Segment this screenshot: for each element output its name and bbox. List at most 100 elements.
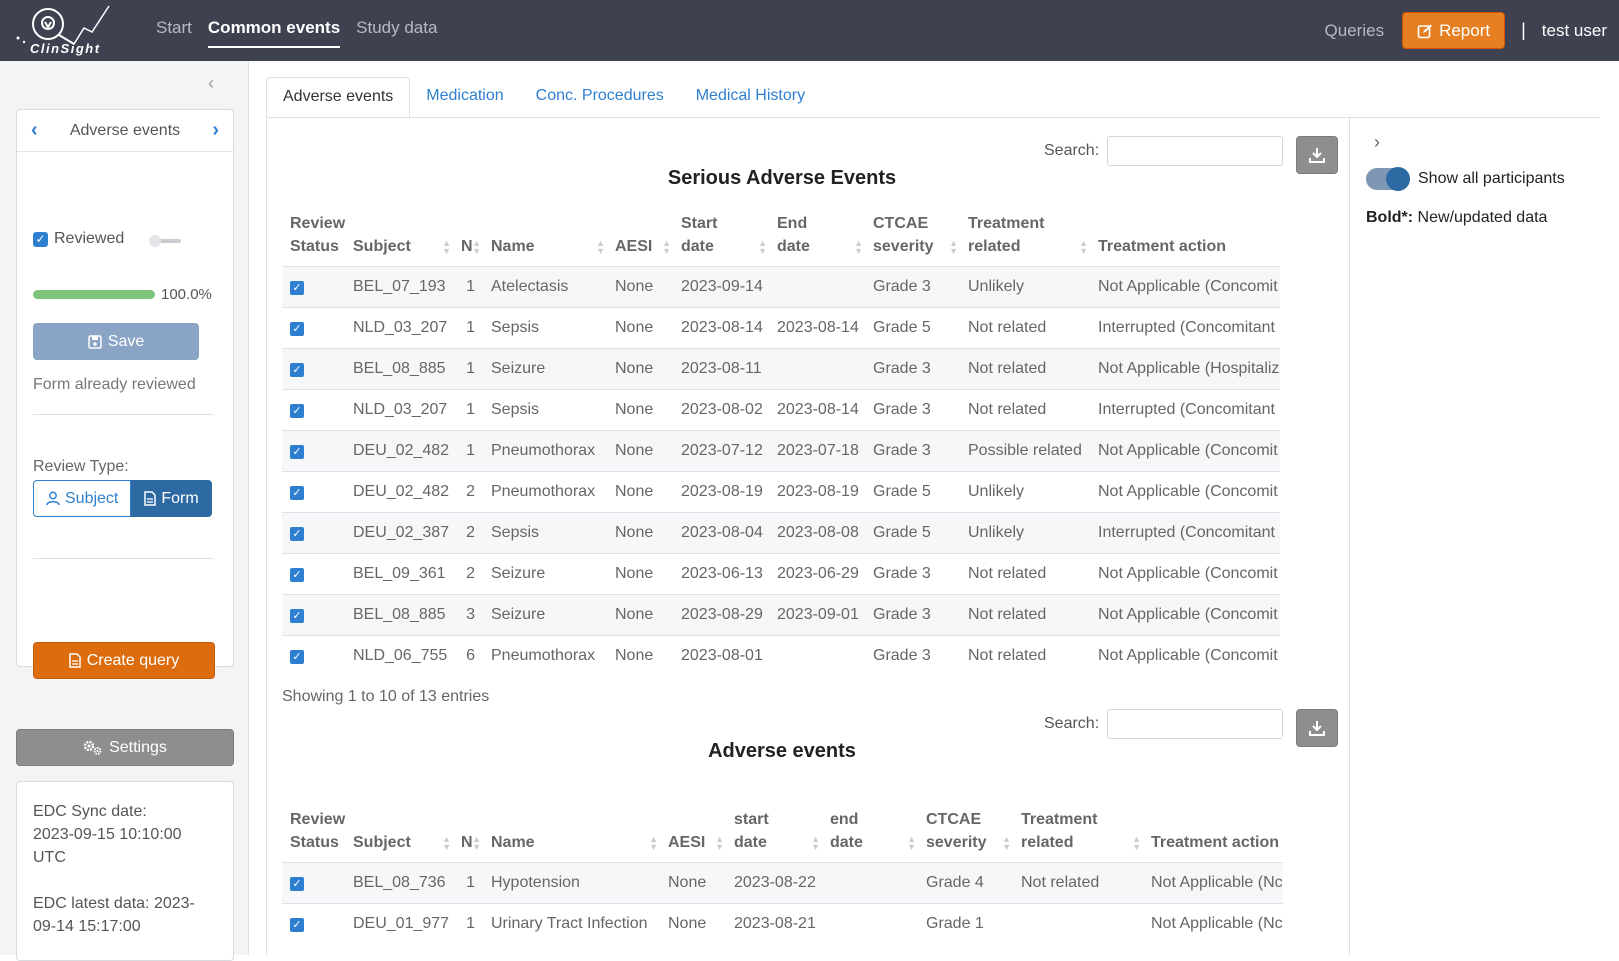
ae-download-button[interactable] bbox=[1296, 709, 1338, 747]
table-row[interactable]: ✓ NLD_06_755 6 Pneumothorax None 2023-08-01 Gr… bbox=[282, 635, 1280, 677]
tab-conc-procedures[interactable]: Conc. Procedures bbox=[520, 77, 680, 118]
create-query-button[interactable]: Create query bbox=[33, 642, 215, 679]
column-header[interactable]: AESI ▲ ▼ bbox=[607, 212, 673, 267]
next-form-icon[interactable]: › bbox=[212, 119, 219, 142]
review-checkbox[interactable]: ✓ bbox=[290, 362, 304, 377]
review-status-cell[interactable]: ✓ bbox=[282, 348, 345, 390]
sae-download-button[interactable] bbox=[1296, 136, 1338, 174]
review-toggle[interactable] bbox=[147, 234, 183, 248]
sort-icon[interactable]: ▲ ▼ bbox=[811, 835, 820, 852]
sort-icon[interactable]: ▲ ▼ bbox=[472, 239, 481, 256]
column-header[interactable]: Treatment action bbox=[1090, 212, 1280, 267]
column-header[interactable]: Treatment action bbox=[1143, 808, 1283, 863]
sort-icon[interactable]: ▲ ▼ bbox=[472, 835, 481, 852]
sort-icon[interactable]: ▲ ▼ bbox=[1002, 835, 1011, 852]
review-status-cell[interactable]: ✓ bbox=[282, 553, 345, 595]
review-checkbox[interactable]: ✓ bbox=[290, 280, 304, 295]
review-checkbox[interactable]: ✓ bbox=[290, 444, 304, 459]
save-button[interactable]: Save bbox=[33, 323, 199, 360]
reviewed-checkbox[interactable]: ✓ bbox=[33, 231, 48, 247]
column-header[interactable]: Name ▲ ▼ bbox=[483, 808, 660, 863]
sort-icon[interactable]: ▲ ▼ bbox=[596, 239, 605, 256]
table-row[interactable]: ✓ DEU_01_977 1 Urinary Tract Infection None 2… bbox=[282, 903, 1283, 945]
sort-icon[interactable]: ▲ ▼ bbox=[1132, 835, 1141, 852]
review-status-cell[interactable]: ✓ bbox=[282, 903, 345, 945]
show-all-participants-toggle[interactable]: Show all participants bbox=[1366, 167, 1565, 191]
sort-icon[interactable]: ▲ ▼ bbox=[1079, 239, 1088, 256]
column-header[interactable]: N ▲ ▼ bbox=[453, 808, 483, 863]
sort-icon[interactable]: ▲ ▼ bbox=[854, 239, 863, 256]
column-header[interactable]: AESI ▲ ▼ bbox=[660, 808, 726, 863]
column-header[interactable]: End date ▲ ▼ bbox=[769, 212, 865, 267]
sort-icon[interactable]: ▲ ▼ bbox=[907, 835, 916, 852]
column-header[interactable]: CTCAE severity ▲ ▼ bbox=[918, 808, 1013, 863]
sort-icon[interactable]: ▲ ▼ bbox=[442, 835, 451, 852]
table-row[interactable]: ✓ DEU_02_482 1 Pneumothorax None 2023-07-12 20… bbox=[282, 430, 1280, 472]
review-status-cell[interactable]: ✓ bbox=[282, 389, 345, 431]
table-row[interactable]: ✓ BEL_08_736 1 Hypotension None 2023-08-22 Gra… bbox=[282, 862, 1283, 904]
nav-study-data[interactable]: Study data bbox=[356, 18, 437, 48]
table-row[interactable]: ✓ NLD_03_207 1 Sepsis None 2023-08-02 2023-08-… bbox=[282, 389, 1280, 431]
review-status-cell[interactable]: ✓ bbox=[282, 266, 345, 308]
review-status-cell[interactable]: ✓ bbox=[282, 307, 345, 349]
user-name[interactable]: test user bbox=[1542, 21, 1607, 41]
table-row[interactable]: ✓ BEL_07_193 1 Atelectasis None 2023-09-14 Gra… bbox=[282, 266, 1280, 308]
review-type-form[interactable]: Form bbox=[131, 480, 212, 517]
collapse-right-panel-icon[interactable]: › bbox=[1374, 132, 1380, 153]
clinsight-logo[interactable]: ClinSight bbox=[14, 4, 114, 56]
review-checkbox[interactable]: ✓ bbox=[290, 526, 304, 541]
previous-form-icon[interactable]: ‹ bbox=[31, 119, 38, 142]
ae-search-input[interactable] bbox=[1107, 709, 1284, 739]
sae-search-input[interactable] bbox=[1107, 136, 1284, 166]
review-status-cell[interactable]: ✓ bbox=[282, 512, 345, 554]
tab-medication[interactable]: Medication bbox=[410, 77, 519, 118]
review-checkbox[interactable]: ✓ bbox=[290, 876, 304, 891]
sort-icon[interactable]: ▲ ▼ bbox=[662, 239, 671, 256]
review-checkbox[interactable]: ✓ bbox=[290, 917, 304, 932]
column-header[interactable]: Subject ▲ ▼ bbox=[345, 212, 453, 267]
review-status-cell[interactable]: ✓ bbox=[282, 635, 345, 677]
review-checkbox[interactable]: ✓ bbox=[290, 608, 304, 623]
tab-medical-history[interactable]: Medical History bbox=[680, 77, 821, 118]
column-header[interactable]: CTCAE severity ▲ ▼ bbox=[865, 212, 960, 267]
sort-icon[interactable]: ▲ ▼ bbox=[715, 835, 724, 852]
table-row[interactable]: ✓ BEL_08_885 3 Seizure None 2023-08-29 2023-09… bbox=[282, 594, 1280, 636]
column-header[interactable]: Review Status bbox=[282, 808, 345, 863]
table-row[interactable]: ✓ NLD_03_207 1 Sepsis None 2023-08-14 2023-08-… bbox=[282, 307, 1280, 349]
table-row[interactable]: ✓ DEU_02_482 2 Pneumothorax None 2023-08-19 20… bbox=[282, 471, 1280, 513]
sort-icon[interactable]: ▲ ▼ bbox=[442, 239, 451, 256]
column-header[interactable]: Treatment related ▲ ▼ bbox=[960, 212, 1090, 267]
column-header[interactable]: end date ▲ ▼ bbox=[822, 808, 918, 863]
review-checkbox[interactable]: ✓ bbox=[290, 485, 304, 500]
column-header[interactable]: Review Status bbox=[282, 212, 345, 267]
column-header[interactable]: start date ▲ ▼ bbox=[726, 808, 822, 863]
reviewed-checkbox-row[interactable]: ✓ Reviewed bbox=[33, 230, 124, 248]
column-header[interactable]: Start date ▲ ▼ bbox=[673, 212, 769, 267]
review-status-cell[interactable]: ✓ bbox=[282, 430, 345, 472]
nav-queries[interactable]: Queries bbox=[1325, 21, 1385, 41]
nav-start[interactable]: Start bbox=[156, 18, 192, 48]
column-header[interactable]: Subject ▲ ▼ bbox=[345, 808, 453, 863]
tab-adverse-events[interactable]: Adverse events bbox=[266, 77, 411, 118]
table-row[interactable]: ✓ BEL_08_885 1 Seizure None 2023-08-11 Grade 3… bbox=[282, 348, 1280, 390]
table-row[interactable]: ✓ BEL_09_361 2 Seizure None 2023-06-13 2023-06… bbox=[282, 553, 1280, 595]
collapse-sidebar-icon[interactable]: ‹ bbox=[208, 73, 214, 94]
sort-icon[interactable]: ▲ ▼ bbox=[758, 239, 767, 256]
review-status-cell[interactable]: ✓ bbox=[282, 862, 345, 904]
review-checkbox[interactable]: ✓ bbox=[290, 321, 304, 336]
review-checkbox[interactable]: ✓ bbox=[290, 567, 304, 582]
toggle-switch[interactable] bbox=[1366, 167, 1410, 191]
report-button[interactable]: Report bbox=[1402, 12, 1506, 49]
nav-common-events[interactable]: Common events bbox=[207, 18, 341, 48]
settings-button[interactable]: Settings bbox=[16, 729, 234, 766]
sort-icon[interactable]: ▲ ▼ bbox=[949, 239, 958, 256]
review-type-subject[interactable]: Subject bbox=[33, 480, 132, 517]
review-checkbox[interactable]: ✓ bbox=[290, 403, 304, 418]
sort-icon[interactable]: ▲ ▼ bbox=[649, 835, 658, 852]
column-header[interactable]: N ▲ ▼ bbox=[453, 212, 483, 267]
review-status-cell[interactable]: ✓ bbox=[282, 471, 345, 513]
column-header[interactable]: Treatment related ▲ ▼ bbox=[1013, 808, 1143, 863]
review-checkbox[interactable]: ✓ bbox=[290, 649, 304, 664]
table-row[interactable]: ✓ DEU_02_387 2 Sepsis None 2023-08-04 2023-08-… bbox=[282, 512, 1280, 554]
review-status-cell[interactable]: ✓ bbox=[282, 594, 345, 636]
